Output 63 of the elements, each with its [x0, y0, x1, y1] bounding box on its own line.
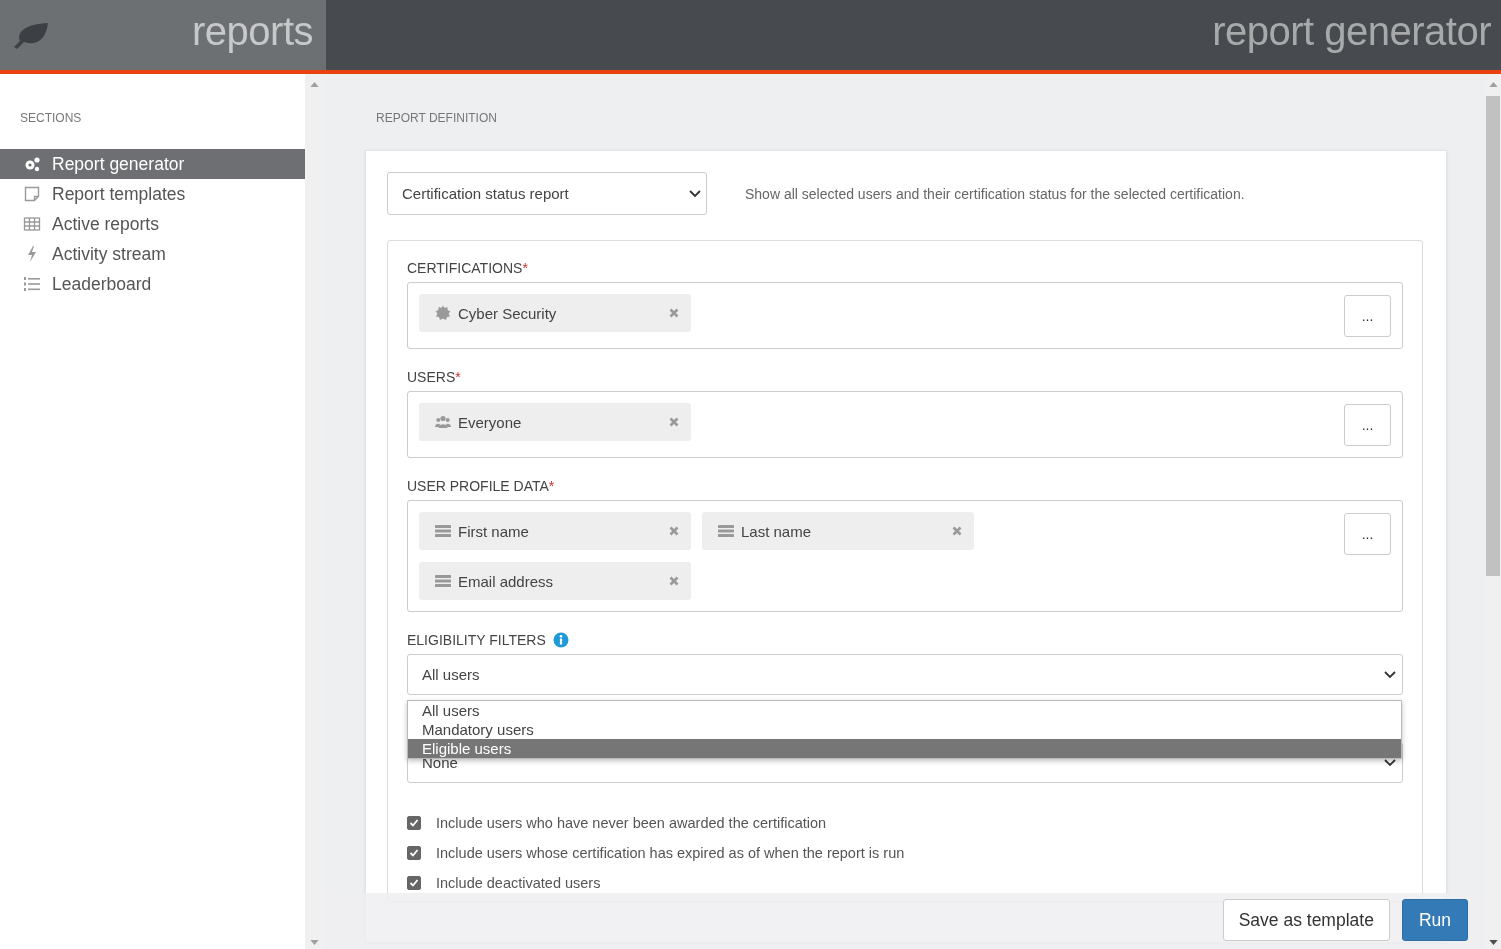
checkbox-label: Include users whose certification has expired as of when the report is run [436, 845, 905, 861]
remove-icon[interactable] [669, 417, 679, 427]
users-icon [435, 414, 451, 430]
scroll-up-icon[interactable] [310, 82, 319, 87]
remove-icon[interactable] [669, 576, 679, 586]
required-mark: * [548, 478, 555, 494]
field-label: USERS* [407, 369, 462, 385]
gears-icon [23, 155, 41, 173]
browse-button[interactable]: ... [1344, 295, 1391, 337]
required-mark: * [455, 369, 461, 385]
scroll-down-icon[interactable] [1489, 940, 1498, 945]
table-icon [23, 215, 41, 233]
checkmark-icon [408, 877, 420, 889]
checkbox-label: Include deactivated users [436, 875, 601, 891]
checkbox[interactable] [407, 846, 421, 860]
checkbox-label: Include users who have never been awarded the certification [436, 815, 827, 831]
save-template-button[interactable]: Save as template [1222, 899, 1390, 941]
sidebar-heading: SECTIONS [19, 110, 83, 127]
chip-label: Last name [741, 522, 813, 540]
note-icon [23, 185, 41, 203]
sidebar-item[interactable]: Report generator [0, 149, 305, 179]
sidebar-item[interactable]: Leaderboard [0, 269, 305, 299]
chip-label: Email address [458, 572, 555, 590]
checkbox[interactable] [407, 876, 421, 890]
section-heading: REPORT DEFINITION [375, 110, 498, 127]
field-label: CERTIFICATIONS* [407, 260, 529, 276]
chevron-down-icon [1384, 670, 1396, 679]
sidebar-item[interactable]: Activity stream [0, 239, 305, 269]
numbered-list-icon [23, 275, 41, 293]
sidebar-item[interactable]: Active reports [0, 209, 305, 239]
report-description: Show all selected users and their certification status for the selected certification. [745, 185, 1245, 202]
checkmark-icon [408, 847, 420, 859]
chevron-down-icon [1384, 758, 1396, 767]
field-label: USER PROFILE DATA* [407, 478, 556, 494]
brand-title: reports [192, 8, 313, 55]
browse-button[interactable]: ... [1344, 404, 1391, 446]
checkbox[interactable] [407, 816, 421, 830]
badge-icon [435, 305, 451, 321]
chip-label: Everyone [458, 413, 523, 431]
eligibility-select[interactable]: All users [407, 654, 1403, 695]
page-title: report generator [1212, 8, 1491, 55]
chip-label: Cyber Security [458, 304, 558, 322]
info-icon[interactable] [552, 632, 569, 648]
sidebar-item[interactable]: Report templates [0, 179, 305, 209]
run-button[interactable]: Run [1401, 899, 1468, 941]
remove-icon[interactable] [952, 526, 962, 536]
dropdown-option[interactable]: Mandatory users [408, 720, 1401, 739]
remove-icon[interactable] [669, 308, 679, 318]
rows-icon [718, 523, 734, 539]
dropdown-option[interactable]: Eligible users [408, 739, 1401, 758]
rows-icon [435, 523, 451, 539]
field-label: ELIGIBILITY FILTERS [407, 632, 546, 648]
remove-icon[interactable] [669, 526, 679, 536]
dropdown-option[interactable]: All users [408, 701, 1401, 720]
browse-button[interactable]: ... [1344, 513, 1391, 555]
rows-icon [435, 573, 451, 589]
checkmark-icon [408, 817, 420, 829]
scroll-up-icon[interactable] [1489, 82, 1498, 87]
chip-label: First name [458, 522, 530, 540]
required-mark: * [522, 260, 528, 276]
chevron-down-icon [689, 189, 701, 198]
scrollbar-thumb[interactable] [1486, 96, 1500, 576]
report-type-select[interactable]: Certification status report [387, 172, 707, 215]
